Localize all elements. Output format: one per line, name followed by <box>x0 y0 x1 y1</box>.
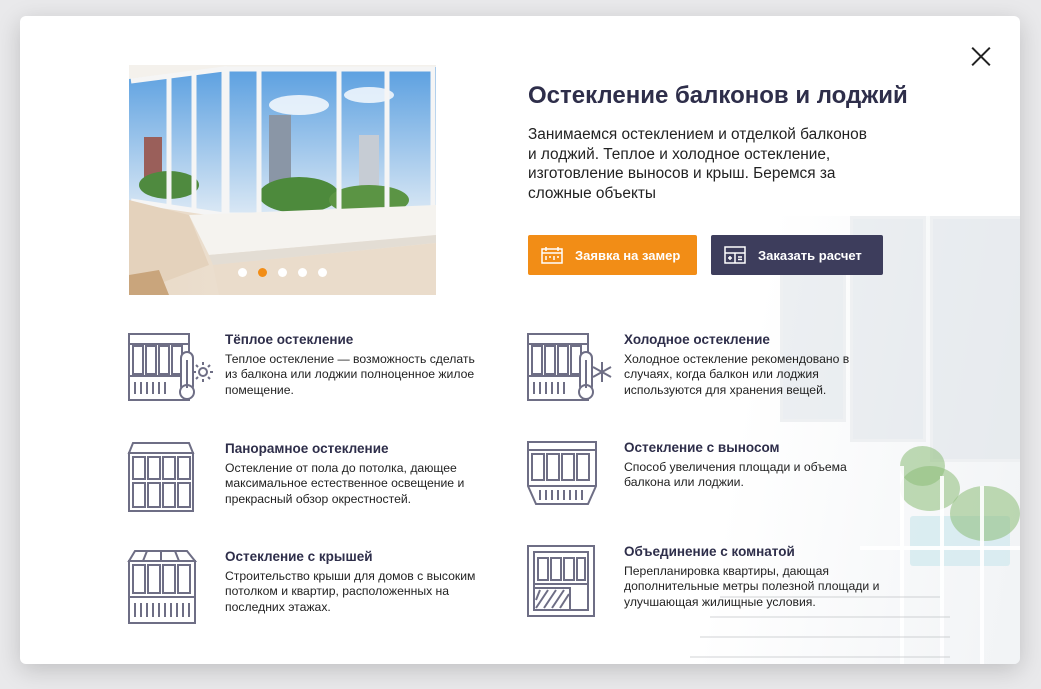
measure-request-button[interactable]: Заявка на замер <box>528 235 697 275</box>
warm-glazing-icon <box>127 332 213 407</box>
slider-dots <box>129 268 436 277</box>
feature-roof-glazing: Остекление с крышей Строительство крыши … <box>127 549 487 624</box>
close-icon[interactable] <box>968 44 994 70</box>
feature-cold-glazing: Холодное остекление Холодное остекление … <box>526 332 886 402</box>
feature-title: Холодное остекление <box>624 332 770 347</box>
page-description: Занимаемся остеклением и отделкой балкон… <box>528 126 867 202</box>
feature-title: Остекление с выносом <box>624 440 780 455</box>
slider-dot[interactable] <box>238 268 247 277</box>
cold-glazing-icon <box>526 332 612 407</box>
feature-text: Холодное остекление рекомендовано в случ… <box>624 352 850 397</box>
feature-title: Панорамное остекление <box>225 441 389 456</box>
photo-slider[interactable] <box>129 65 436 295</box>
roof-glazing-icon <box>127 549 213 630</box>
page-title: Остекление балконов и лоджий <box>528 82 908 109</box>
feature-title: Объединение с комнатой <box>624 544 795 559</box>
slider-dot[interactable] <box>298 268 307 277</box>
calculator-icon <box>724 246 746 264</box>
measure-request-label: Заявка на замер <box>575 247 681 263</box>
feature-text: Способ увеличения площади и объема балко… <box>624 460 847 490</box>
slider-dot[interactable] <box>278 268 287 277</box>
ruler-calendar-icon <box>541 246 563 264</box>
feature-room-merge: Объединение с комнатой Перепланировка кв… <box>526 544 886 619</box>
glazing-modal: Остекление балконов и лоджий Занимаемся … <box>20 16 1020 664</box>
order-calculation-label: Заказать расчет <box>758 247 862 263</box>
feature-text: Теплое остекление — возможность сделать … <box>225 352 475 397</box>
feature-warm-glazing: Тёплое остекление Теплое остекление — во… <box>127 332 487 402</box>
slider-dot[interactable] <box>258 268 267 277</box>
feature-text: Строительство крыши для домов с высоким … <box>225 569 476 614</box>
slider-dot[interactable] <box>318 268 327 277</box>
feature-text: Остекление от пола до потолка, дающее ма… <box>225 461 465 506</box>
room-merge-icon <box>526 544 612 623</box>
feature-panoramic-glazing: Панорамное остекление Остекление от пола… <box>127 441 487 512</box>
order-calculation-button[interactable]: Заказать расчет <box>711 235 883 275</box>
balcony-photo <box>129 65 436 295</box>
panoramic-glazing-icon <box>127 441 213 518</box>
feature-text: Перепланировка квартиры, дающая дополнит… <box>624 564 880 609</box>
extension-glazing-icon <box>526 440 612 515</box>
feature-title: Тёплое остекление <box>225 332 354 347</box>
feature-title: Остекление с крышей <box>225 549 373 564</box>
feature-extension-glazing: Остекление с выносом Способ увеличения п… <box>526 440 886 510</box>
